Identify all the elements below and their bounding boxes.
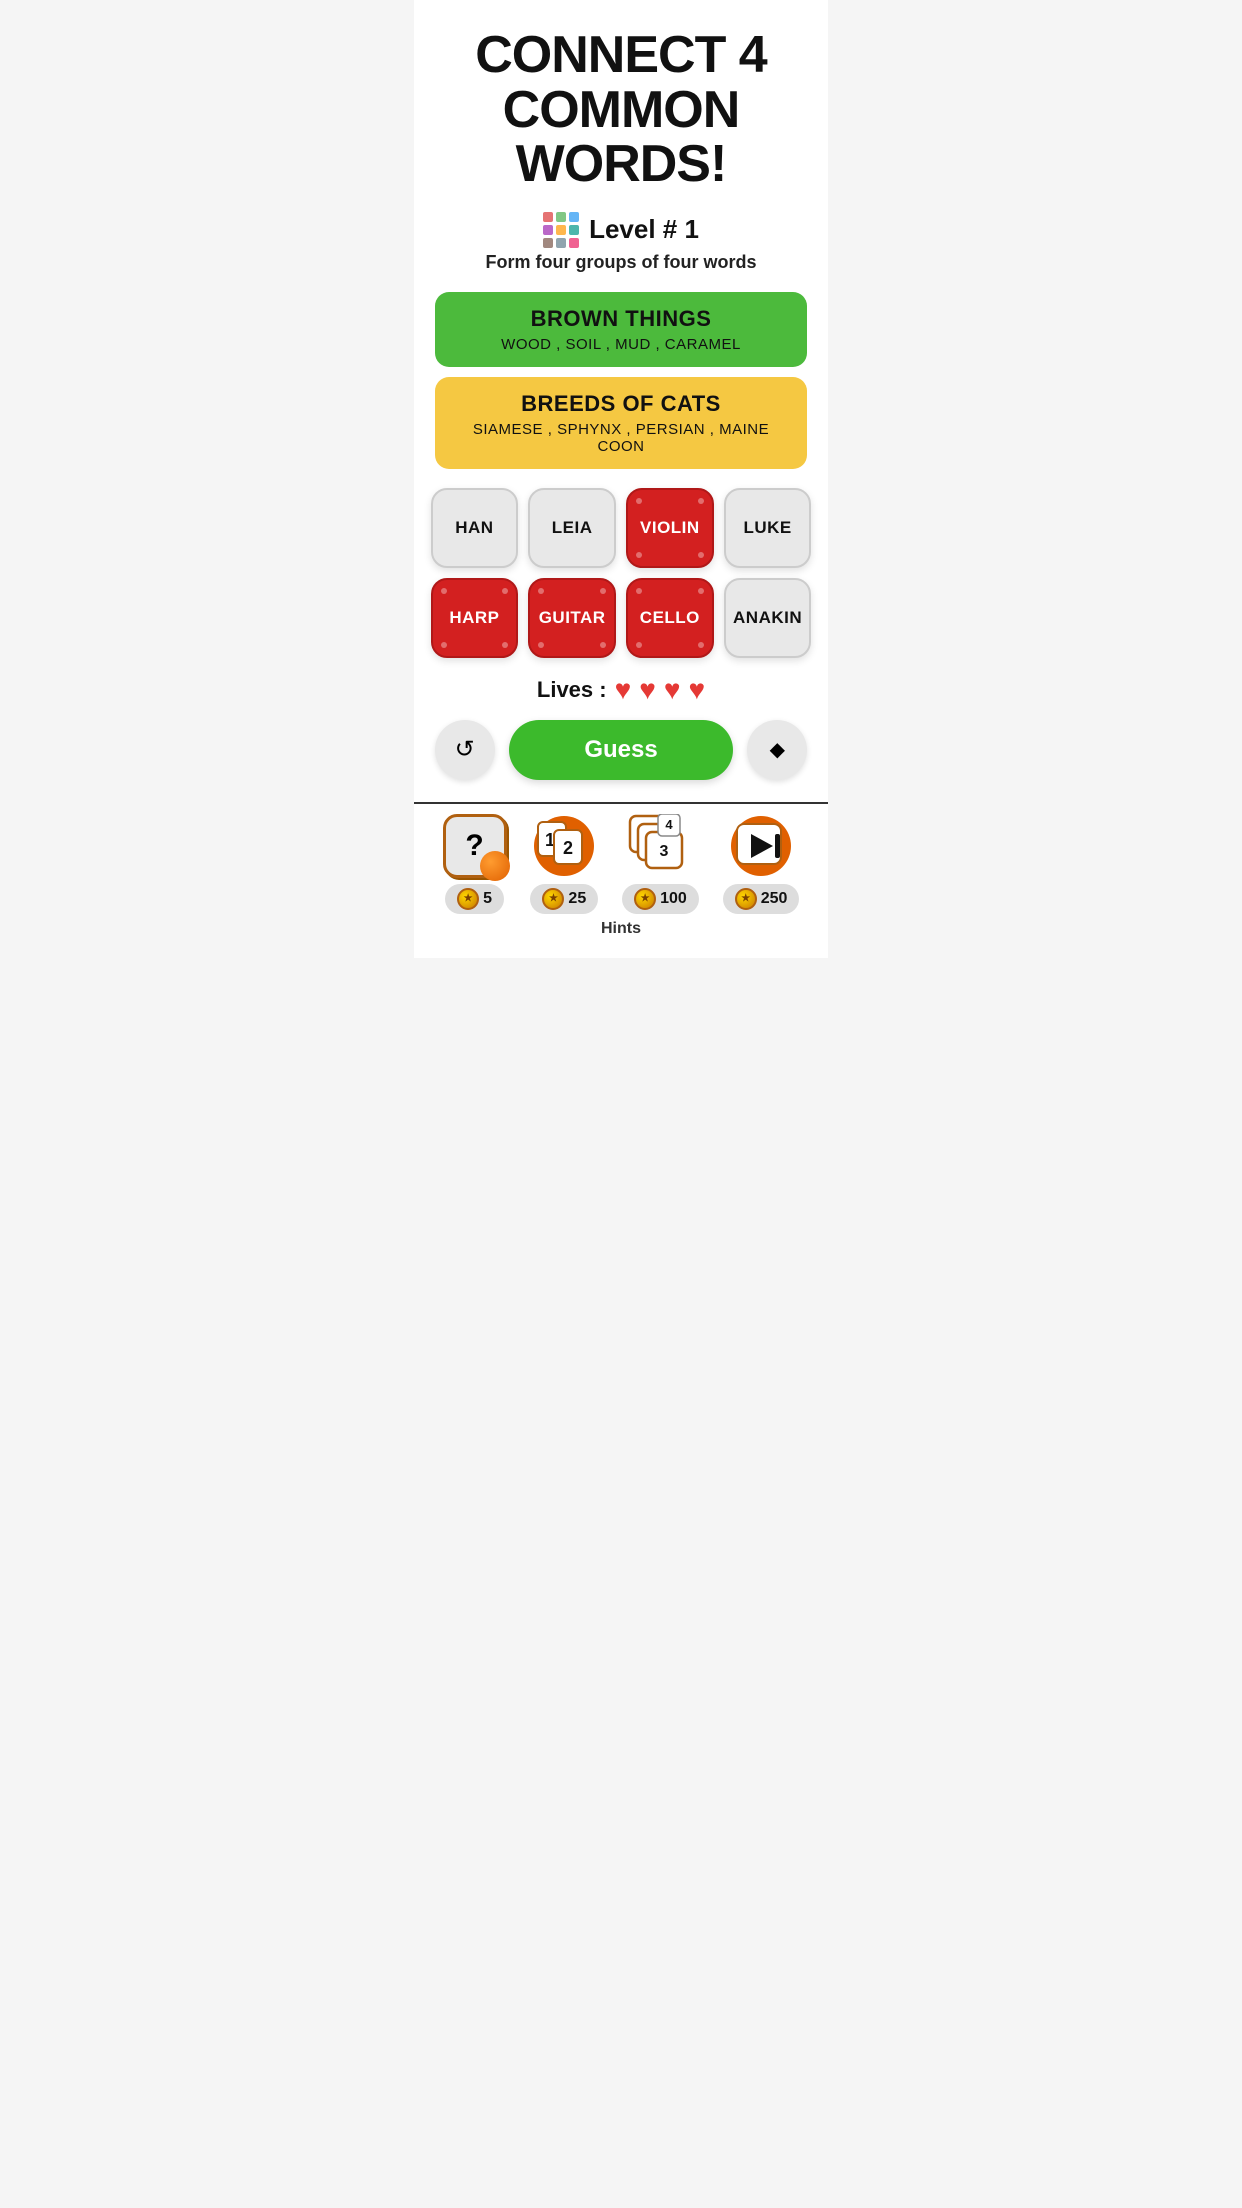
game-page: CONNECT 4 COMMON WORDS! Level # 1 Form f… [414,0,828,958]
hints-section: ? ★ 5 1 [414,802,828,938]
level-label: Level # 1 [589,214,699,245]
category-words-cats: SIAMESE , SPHYNX , PERSIAN , MAINE COON [455,421,788,455]
svg-text:4: 4 [666,817,674,832]
hint-swap-cost: ★ 25 [530,884,598,914]
word-grid: HAN LEIA VIOLIN LUKE HARP GUITA [431,488,812,658]
coin-4: ★ [735,888,757,910]
level-row: Level # 1 [543,212,699,248]
multi-svg: 1 2 3 4 [628,814,692,878]
guess-button[interactable]: Guess [509,720,734,780]
coin-3: ★ [634,888,656,910]
heart-1: ♥ [615,674,632,706]
hint-question-cost: ★ 5 [445,884,504,914]
heart-3: ♥ [664,674,681,706]
hint-video-cost: ★ 250 [723,884,800,914]
lives-label: Lives : [537,677,607,703]
svg-text:2: 2 [563,838,573,858]
coin-1: ★ [457,888,479,910]
tile-han[interactable]: HAN [431,488,519,568]
controls-row: ↺ Guess ◆ [435,720,808,780]
svg-text:3: 3 [660,843,669,860]
category-breeds-cats: BREEDS OF CATS SIAMESE , SPHYNX , PERSIA… [435,377,808,469]
pie-svg: 1 2 [532,814,596,878]
category-brown-things: BROWN THINGS WOOD , SOIL , MUD , CARAMEL [435,292,808,367]
hint-multi[interactable]: 1 2 3 4 ★ 100 [622,814,699,914]
lives-row: Lives : ♥ ♥ ♥ ♥ [537,674,705,706]
category-title-brown: BROWN THINGS [455,306,788,332]
hint-swap-icon: 1 2 [532,814,596,878]
erase-button[interactable]: ◆ [747,720,807,780]
tile-harp[interactable]: HARP [431,578,519,658]
tile-guitar[interactable]: GUITAR [528,578,616,658]
tile-violin[interactable]: VIOLIN [626,488,714,568]
hint-question-icon: ? [443,814,507,878]
tile-luke[interactable]: LUKE [724,488,812,568]
tile-anakin[interactable]: ANAKIN [724,578,812,658]
level-icon [543,212,579,248]
hint-video-icon [729,814,793,878]
shuffle-button[interactable]: ↺ [435,720,495,780]
heart-2: ♥ [639,674,656,706]
hints-row: ? ★ 5 1 [431,814,812,914]
coin-2: ★ [542,888,564,910]
erase-icon: ◆ [770,737,785,762]
tile-cello[interactable]: CELLO [626,578,714,658]
hint-multi-cost: ★ 100 [622,884,699,914]
category-title-cats: BREEDS OF CATS [455,391,788,417]
hint-swap[interactable]: 1 2 ★ 25 [530,814,598,914]
category-words-brown: WOOD , SOIL , MUD , CARAMEL [455,336,788,353]
video-svg [729,814,793,878]
page-title: CONNECT 4 COMMON WORDS! [414,0,828,202]
game-subtitle: Form four groups of four words [486,252,757,273]
hint-question[interactable]: ? ★ 5 [443,814,507,914]
hint-multi-icon: 1 2 3 4 [628,814,692,878]
hint-video[interactable]: ★ 250 [723,814,800,914]
tile-leia[interactable]: LEIA [528,488,616,568]
shuffle-icon: ↺ [455,735,475,764]
heart-4: ♥ [688,674,705,706]
hints-label: Hints [414,920,828,938]
